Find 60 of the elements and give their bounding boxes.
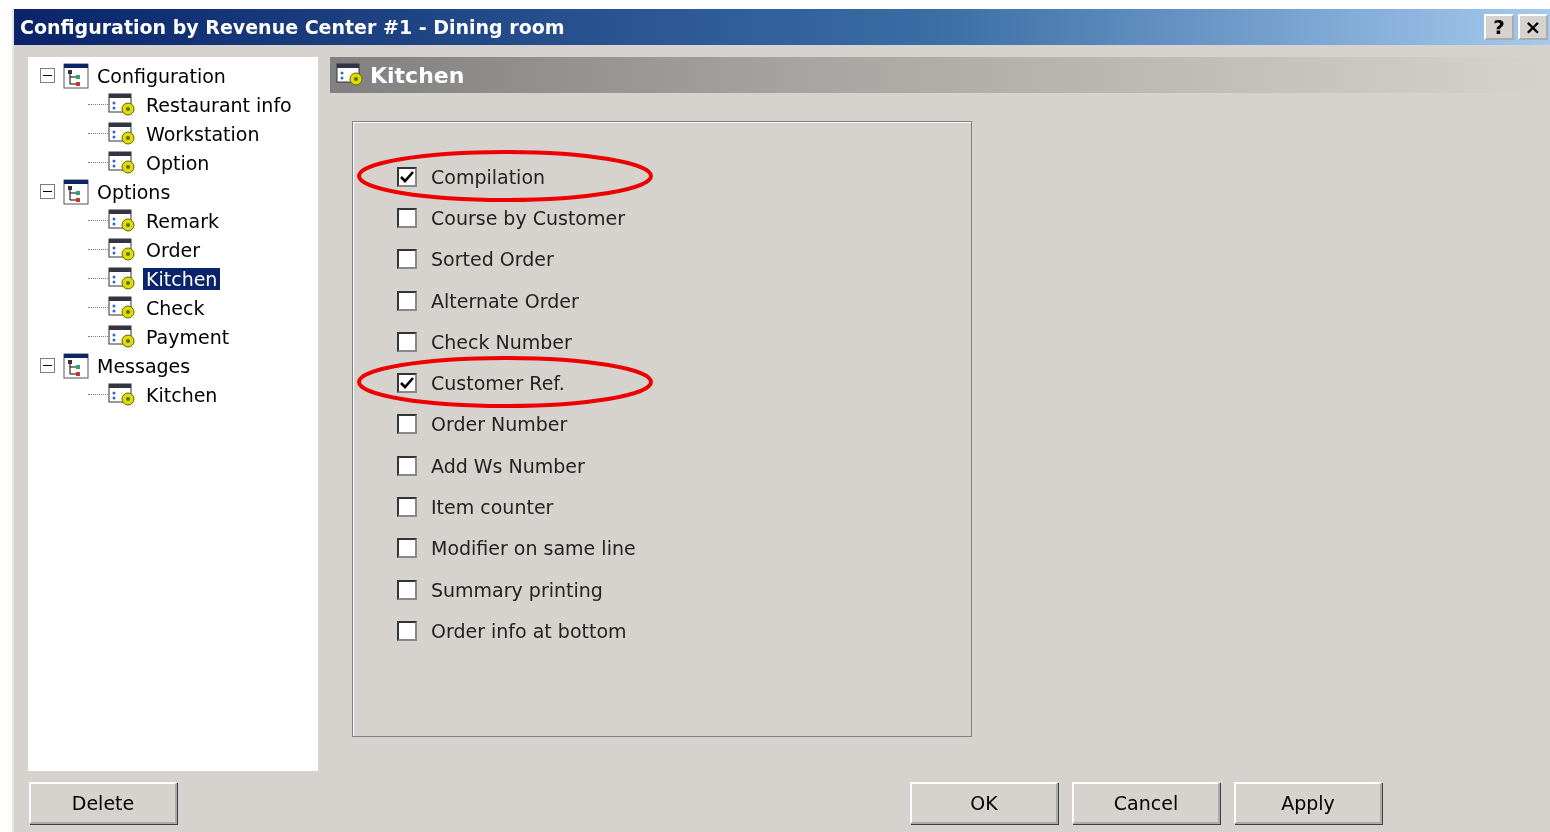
tree-folder-icon <box>63 352 89 379</box>
settings-page-icon <box>108 121 138 146</box>
dialog-button[interactable]: OK <box>910 782 1058 824</box>
dialog-button[interactable]: Cancel <box>1072 782 1220 824</box>
checkbox[interactable] <box>397 331 417 352</box>
checkbox-label: Compilation <box>431 165 546 188</box>
delete-button[interactable]: Delete <box>29 782 177 824</box>
collapse-icon[interactable] <box>40 68 55 83</box>
checkbox[interactable] <box>397 290 417 311</box>
tree-item[interactable]: Kitchen <box>143 267 221 290</box>
checkbox[interactable] <box>397 455 417 476</box>
tree-item[interactable]: Workstation <box>143 122 263 145</box>
tree-item[interactable]: Messages <box>94 354 194 377</box>
dialog-button[interactable]: Apply <box>1234 782 1382 824</box>
checkbox-label: Alternate Order <box>431 289 579 312</box>
checkbox-label: Summary printing <box>431 578 603 601</box>
checkbox-label: Course by Customer <box>431 206 625 229</box>
tree-item[interactable]: Configuration <box>94 64 229 87</box>
checkbox-label: Item counter <box>431 496 554 518</box>
checkbox[interactable] <box>397 249 417 270</box>
close-button[interactable]: × <box>1518 14 1548 40</box>
tree-item[interactable]: Option <box>143 151 213 174</box>
checkbox-label: Sorted Order <box>431 248 554 271</box>
settings-page-icon <box>108 382 138 407</box>
tree-item[interactable]: Payment <box>143 325 233 348</box>
tree-folder-icon <box>63 62 89 89</box>
settings-page-icon <box>108 208 138 233</box>
tree-folder-icon <box>63 178 89 205</box>
settings-page-icon <box>108 324 138 349</box>
tree-item[interactable]: Remark <box>143 209 222 232</box>
checkbox-label: Modifier on same line <box>431 537 636 560</box>
tree-item[interactable]: Kitchen <box>143 383 221 406</box>
collapse-icon[interactable] <box>40 184 55 199</box>
checkbox[interactable] <box>397 538 417 559</box>
checkbox[interactable] <box>397 373 417 394</box>
checkbox[interactable] <box>397 620 417 641</box>
checkbox-label: Order Number <box>431 413 568 436</box>
checkbox-label: Check Number <box>431 330 572 353</box>
settings-page-icon <box>108 150 138 175</box>
settings-page-icon <box>108 266 138 291</box>
help-button[interactable]: ? <box>1484 14 1514 40</box>
checkbox[interactable] <box>397 497 417 517</box>
collapse-icon[interactable] <box>40 358 55 373</box>
checkbox-label: Customer Ref. <box>431 372 565 395</box>
checkbox-label: Add Ws Number <box>431 454 585 477</box>
checkbox[interactable] <box>397 207 417 228</box>
tree-item[interactable]: Order <box>143 238 203 261</box>
checkbox[interactable] <box>397 414 417 435</box>
header-icon <box>336 63 366 87</box>
tree-item[interactable]: Check <box>143 296 208 319</box>
settings-page-icon <box>108 237 138 262</box>
panel-title: Kitchen <box>370 62 465 88</box>
checkbox[interactable] <box>397 579 417 600</box>
tree-item[interactable]: Restaurant info <box>143 93 295 116</box>
settings-page-icon <box>108 92 138 117</box>
window-title: Configuration by Revenue Center #1 - Dining room <box>20 16 565 38</box>
settings-page-icon <box>108 295 138 320</box>
checkbox-label: Order info at bottom <box>431 619 627 642</box>
checkbox[interactable] <box>397 166 417 187</box>
tree-item[interactable]: Options <box>94 180 174 203</box>
